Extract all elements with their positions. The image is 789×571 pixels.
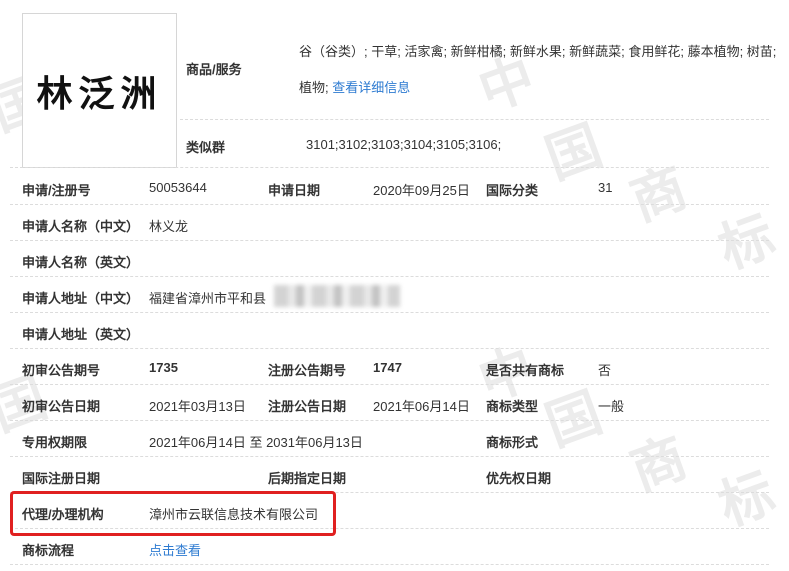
goods-services-label: 商品/服务 [186,62,242,77]
goods-services-value-cont: 植物; [299,80,329,95]
process-link[interactable]: 点击查看 [149,540,201,559]
exclusive-label: 专用权期限 [22,435,88,450]
applicant-cn-label: 申请人名称（中文） [22,219,140,234]
apply-date-label: 申请日期 [268,183,321,198]
tm-type-label: 商标类型 [486,399,539,414]
divider [10,348,769,349]
applicant-en-label: 申请人名称（英文） [22,255,140,270]
shared-value: 否 [598,363,612,378]
prelim-date-label: 初审公告日期 [22,399,101,414]
redacted-address [274,285,400,307]
reg-issue-label: 注册公告期号 [268,363,347,378]
watermark-char: 商 [622,154,695,234]
address-en-label: 申请人地址（英文） [22,327,140,342]
divider [10,564,769,565]
divider [10,384,769,385]
reg-no-label: 申请/注册号 [22,183,91,198]
divider [10,456,769,457]
divider [10,276,769,277]
prelim-date-value: 2021年03月13日 [149,399,246,414]
goods-services-line2: 植物; 查看详细信息 [299,77,410,96]
tm-form-label: 商标形式 [486,435,539,450]
address-cn-label: 申请人地址（中文） [22,291,140,306]
later-designation-label: 后期指定日期 [268,471,347,486]
view-details-link[interactable]: 查看详细信息 [332,80,410,95]
apply-date-value: 2020年09月25日 [373,183,470,198]
reg-date-value: 2021年06月14日 [373,399,470,414]
similar-group-value: 3101;3102;3103;3104;3105;3106; [306,137,502,152]
intl-class-value: 31 [598,180,613,195]
shared-label: 是否共有商标 [486,363,565,378]
divider [180,119,769,120]
watermark-char: 标 [710,202,783,282]
prelim-issue-label: 初审公告期号 [22,363,101,378]
reg-no-value: 50053644 [149,180,207,195]
tm-type-value: 一般 [598,399,625,414]
reg-date-label: 注册公告日期 [268,399,347,414]
agent-highlight-box [10,491,336,536]
divider [10,312,769,313]
prelim-issue-value: 1735 [149,360,178,375]
divider [10,204,769,205]
divider [10,420,769,421]
watermark-char: 标 [710,459,783,539]
intl-class-label: 国际分类 [486,183,539,198]
reg-issue-value: 1747 [373,360,402,375]
divider [10,240,769,241]
intl-reg-date-label: 国际注册日期 [22,471,101,486]
similar-group-label: 类似群 [186,140,226,155]
exclusive-value: 2021年06月14日 至 2031年06月13日 [149,435,363,450]
address-cn-value: 福建省漳州市平和县 [149,291,267,306]
divider [10,167,769,168]
trademark-image: 林泛洲 [22,13,177,168]
priority-date-label: 优先权日期 [486,471,552,486]
trademark-image-text: 林泛洲 [36,72,163,115]
goods-services-value: 谷（谷类）; 干草; 活家禽; 新鲜柑橘; 新鲜水果; 新鲜蔬菜; 食用鲜花; … [299,44,777,59]
applicant-cn-value: 林义龙 [149,219,189,234]
process-label: 商标流程 [22,543,75,558]
